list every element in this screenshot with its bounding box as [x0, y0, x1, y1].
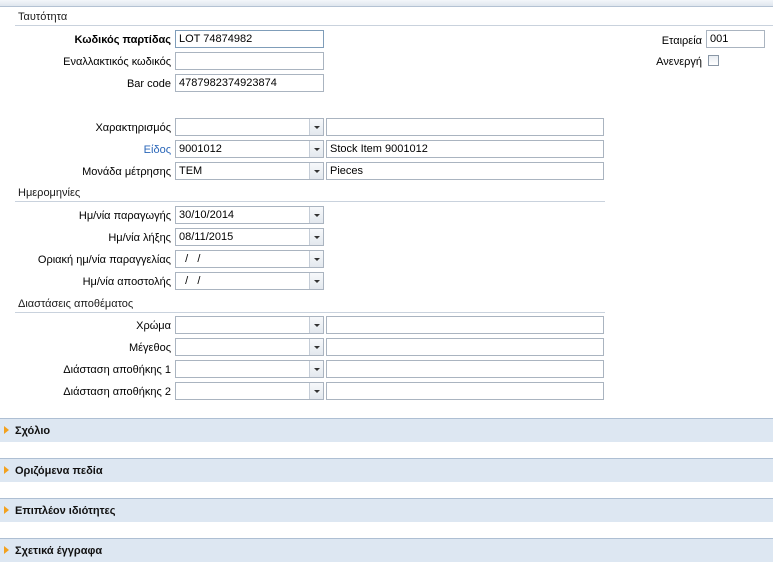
chevron-down-icon [313, 279, 320, 283]
dropdown-button[interactable] [309, 339, 323, 355]
size-description[interactable] [326, 338, 604, 356]
dropdown-button[interactable] [309, 361, 323, 377]
dispatch-date-label: Ημ/νία αποστολής [82, 276, 171, 288]
dispatch-date-value: / / [179, 275, 201, 287]
color-combo[interactable] [175, 316, 324, 334]
expiry-date-label: Ημ/νία λήξης [108, 232, 171, 244]
panel-title: Σχετικά έγγραφα [15, 545, 103, 557]
dropdown-button[interactable] [309, 251, 323, 267]
dropdown-button[interactable] [309, 141, 323, 157]
chevron-down-icon [313, 389, 320, 393]
panel-title: Επιπλέον ιδιότητες [15, 505, 116, 517]
chevron-down-icon [313, 147, 320, 151]
dropdown-button[interactable] [309, 207, 323, 223]
alt-code-label: Εναλλακτικός κωδικός [63, 56, 171, 68]
expiry-date-value: 08/11/2015 [179, 231, 234, 243]
dropdown-button[interactable] [309, 383, 323, 399]
section-title-dimensions: Διαστάσεις αποθέματος [18, 298, 134, 310]
barcode-input[interactable]: 4787982374923874 [175, 74, 324, 92]
size-label: Μέγεθος [128, 342, 171, 354]
color-description[interactable] [326, 316, 604, 334]
section-divider [15, 312, 605, 313]
warehouse-dim2-description[interactable] [326, 382, 604, 400]
inactive-label: Ανενεργή [656, 56, 702, 68]
production-date-picker[interactable]: 30/10/2014 [175, 206, 324, 224]
production-date-label: Ημ/νία παραγωγής [78, 210, 171, 222]
expand-arrow-icon [4, 546, 9, 554]
panel-extra-properties[interactable]: Επιπλέον ιδιότητες [0, 498, 773, 522]
section-title-dates: Ημερομηνίες [18, 187, 81, 199]
panel-user-defined-fields[interactable]: Οριζόμενα πεδία [0, 458, 773, 482]
item-description[interactable]: Stock Item 9001012 [326, 140, 604, 158]
section-divider [15, 25, 773, 26]
lot-code-input[interactable]: LOT 74874982 [175, 30, 324, 48]
unit-combo[interactable]: TEM [175, 162, 324, 180]
alt-code-input[interactable] [175, 52, 324, 70]
order-limit-date-label: Οριακή ημ/νία παραγγελίας [37, 254, 171, 266]
characterization-combo[interactable] [175, 118, 324, 136]
chevron-down-icon [313, 257, 320, 261]
item-link[interactable]: Είδος [0, 144, 171, 156]
item-value: 9001012 [179, 143, 222, 155]
dropdown-button[interactable] [309, 317, 323, 333]
unit-label: Μονάδα μέτρησης [82, 166, 171, 178]
production-date-value: 30/10/2014 [179, 209, 235, 221]
order-limit-date-picker[interactable]: / / [175, 250, 324, 268]
chevron-down-icon [313, 323, 320, 327]
expand-arrow-icon [4, 426, 9, 434]
panel-title: Οριζόμενα πεδία [15, 465, 103, 477]
warehouse-dim2-label: Διάσταση αποθήκης 2 [63, 386, 171, 398]
company-input[interactable]: 001 [706, 30, 765, 48]
inactive-checkbox[interactable] [708, 55, 719, 66]
item-combo[interactable]: 9001012 [175, 140, 324, 158]
expand-arrow-icon [4, 506, 9, 514]
panel-title: Σχόλιο [15, 425, 51, 437]
dropdown-button[interactable] [309, 163, 323, 179]
chevron-down-icon [313, 125, 320, 129]
company-label: Εταιρεία [661, 35, 702, 47]
unit-value: TEM [179, 165, 203, 177]
size-combo[interactable] [175, 338, 324, 356]
barcode-label: Bar code [126, 78, 171, 90]
dropdown-button[interactable] [309, 119, 323, 135]
top-toolbar-strip [0, 0, 773, 7]
chevron-down-icon [313, 169, 320, 173]
warehouse-dim1-label: Διάσταση αποθήκης 1 [63, 364, 171, 376]
unit-description[interactable]: Pieces [326, 162, 604, 180]
chevron-down-icon [313, 367, 320, 371]
characterization-label: Χαρακτηρισμός [95, 122, 171, 134]
dispatch-date-picker[interactable]: / / [175, 272, 324, 290]
panel-comment[interactable]: Σχόλιο [0, 418, 773, 442]
chevron-down-icon [313, 213, 320, 217]
chevron-down-icon [313, 235, 320, 239]
chevron-down-icon [313, 345, 320, 349]
section-divider [15, 201, 605, 202]
characterization-description[interactable] [326, 118, 604, 136]
color-label: Χρώμα [136, 320, 171, 332]
dropdown-button[interactable] [309, 229, 323, 245]
order-limit-date-value: / / [179, 253, 201, 265]
section-title-identity: Ταυτότητα [18, 11, 68, 23]
lot-code-label: Κωδικός παρτίδας [74, 34, 171, 46]
warehouse-dim1-combo[interactable] [175, 360, 324, 378]
panel-related-documents[interactable]: Σχετικά έγγραφα [0, 538, 773, 562]
expand-arrow-icon [4, 466, 9, 474]
warehouse-dim1-description[interactable] [326, 360, 604, 378]
warehouse-dim2-combo[interactable] [175, 382, 324, 400]
expiry-date-picker[interactable]: 08/11/2015 [175, 228, 324, 246]
dropdown-button[interactable] [309, 273, 323, 289]
